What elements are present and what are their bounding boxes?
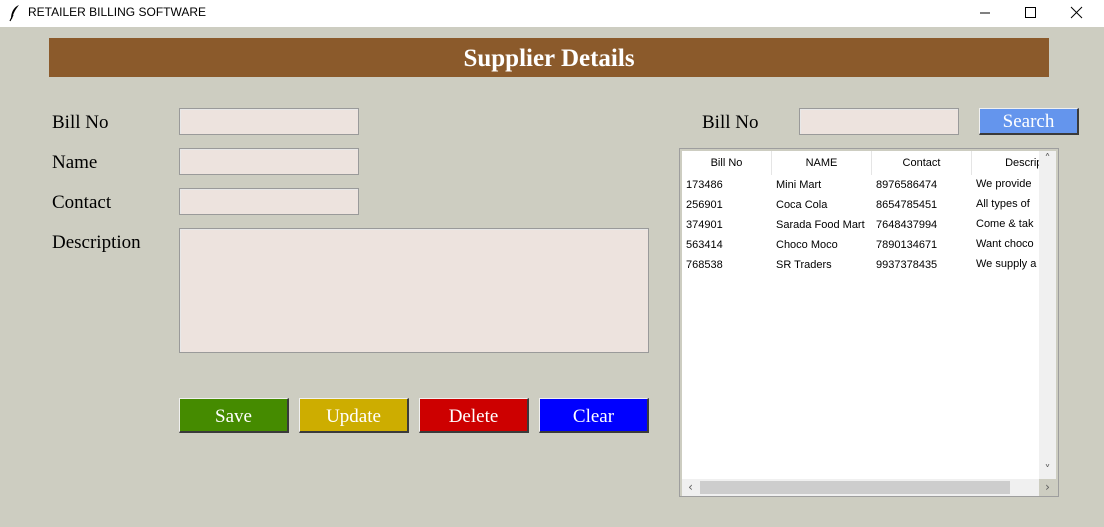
scroll-up-icon[interactable]: ˄ (1039, 151, 1056, 168)
minimize-icon (980, 12, 990, 14)
name-input[interactable] (179, 148, 359, 175)
contact-label: Contact (52, 192, 112, 213)
name-label: Name (52, 152, 98, 173)
table-viewport: Bill No NAME Contact Descripti 173486 Mi… (682, 151, 1039, 479)
cell-description: All types of (976, 198, 1030, 210)
bill-no-label: Bill No (52, 112, 109, 133)
table-row[interactable]: 374901 Sarada Food Mart 7648437994 Come … (682, 215, 1039, 235)
search-button[interactable]: Search (979, 108, 1079, 135)
table-row[interactable]: 563414 Choco Moco 7890134671 Want choco (682, 235, 1039, 255)
contact-input[interactable] (179, 188, 359, 215)
cell-bill-no: 173486 (686, 179, 723, 191)
scroll-left-icon[interactable]: ‹ (682, 479, 699, 496)
cell-bill-no: 256901 (686, 199, 723, 211)
table-row[interactable]: 768538 SR Traders 9937378435 We supply a (682, 255, 1039, 275)
horizontal-scroll-thumb[interactable] (700, 481, 1010, 494)
window-titlebar: RETAILER BILLING SOFTWARE (0, 0, 1104, 27)
cell-contact: 8976586474 (876, 179, 938, 191)
horizontal-scrollbar[interactable]: ‹ › (682, 479, 1050, 496)
table-header: Bill No NAME Contact Descripti (682, 151, 1039, 175)
search-bill-no-label: Bill No (702, 112, 759, 133)
cell-description: We provide (976, 178, 1032, 190)
table-row[interactable]: 256901 Coca Cola 8654785451 All types of (682, 195, 1039, 215)
page-title: Supplier Details (49, 38, 1049, 77)
cell-name: Sarada Food Mart (776, 219, 865, 231)
feather-icon (9, 5, 19, 22)
search-bill-no-input[interactable] (799, 108, 959, 135)
cell-name: Mini Mart (776, 179, 822, 191)
bill-no-input[interactable] (179, 108, 359, 135)
table-row[interactable]: 173486 Mini Mart 8976586474 We provide (682, 175, 1039, 195)
column-header-description[interactable]: Descripti (972, 151, 1039, 175)
cell-description: Come & tak (976, 218, 1034, 230)
clear-button[interactable]: Clear (539, 398, 649, 433)
cell-name: Coca Cola (776, 199, 828, 211)
scroll-down-icon[interactable]: ˅ (1039, 462, 1056, 479)
cell-contact: 7890134671 (876, 239, 938, 251)
cell-description: We supply a (976, 258, 1037, 270)
cell-contact: 8654785451 (876, 199, 938, 211)
close-icon (1070, 6, 1083, 19)
cell-bill-no: 374901 (686, 219, 723, 231)
cell-name: SR Traders (776, 259, 832, 271)
column-header-name[interactable]: NAME (772, 151, 872, 175)
cell-name: Choco Moco (776, 239, 838, 251)
maximize-icon (1025, 7, 1036, 18)
cell-description: Want choco (976, 238, 1034, 250)
cell-bill-no: 563414 (686, 239, 723, 251)
minimize-button[interactable] (962, 0, 1008, 27)
description-label: Description (52, 232, 141, 253)
column-header-bill-no[interactable]: Bill No (682, 151, 772, 175)
scroll-right-icon[interactable]: › (1039, 479, 1056, 496)
close-button[interactable] (1054, 0, 1100, 27)
cell-contact: 9937378435 (876, 259, 938, 271)
cell-contact: 7648437994 (876, 219, 938, 231)
vertical-scrollbar[interactable]: ˄ ˅ (1039, 151, 1056, 479)
supplier-table: Bill No NAME Contact Descripti 173486 Mi… (679, 148, 1059, 497)
description-textarea[interactable] (179, 228, 649, 353)
cell-bill-no: 768538 (686, 259, 723, 271)
window-title: RETAILER BILLING SOFTWARE (28, 5, 207, 19)
maximize-button[interactable] (1008, 0, 1054, 27)
delete-button[interactable]: Delete (419, 398, 529, 433)
column-header-contact[interactable]: Contact (872, 151, 972, 175)
save-button[interactable]: Save (179, 398, 289, 433)
update-button[interactable]: Update (299, 398, 409, 433)
